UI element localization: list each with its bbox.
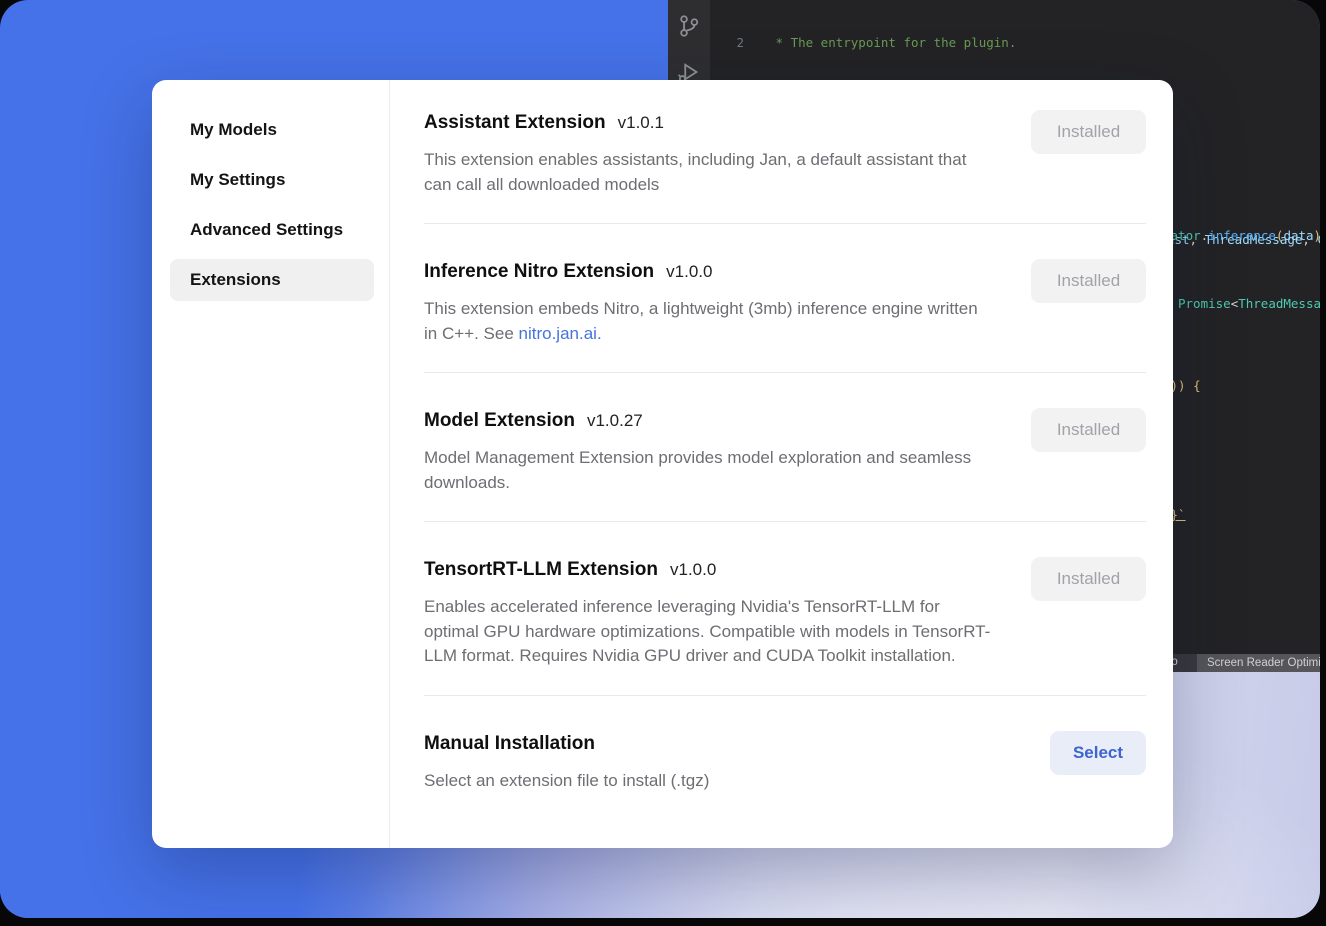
installed-button[interactable]: Installed bbox=[1031, 259, 1146, 303]
status-screen-reader: Screen Reader Optimize bbox=[1197, 654, 1320, 672]
extension-version: v1.0.27 bbox=[587, 411, 643, 431]
extension-row-model: Model Extension v1.0.27 Model Management… bbox=[424, 373, 1146, 522]
extension-version: v1.0.1 bbox=[618, 113, 664, 133]
settings-sidebar: My Models My Settings Advanced Settings … bbox=[152, 80, 390, 848]
extension-title: Model Extension bbox=[424, 408, 575, 434]
extension-row-inference-nitro: Inference Nitro Extension v1.0.0 This ex… bbox=[424, 224, 1146, 373]
source-control-icon bbox=[677, 14, 701, 38]
manual-installation-title: Manual Installation bbox=[424, 731, 595, 757]
extension-title: Assistant Extension bbox=[424, 110, 606, 136]
extension-title: TensortRT-LLM Extension bbox=[424, 557, 658, 583]
nitro-jan-ai-link[interactable]: nitro.jan.ai. bbox=[519, 324, 602, 343]
select-file-button[interactable]: Select bbox=[1050, 731, 1146, 775]
extension-row-assistant: Assistant Extension v1.0.1 This extensio… bbox=[424, 80, 1146, 224]
extension-version: v1.0.0 bbox=[666, 262, 712, 282]
extension-row-tensorrt-llm: TensortRT-LLM Extension v1.0.0 Enables a… bbox=[424, 522, 1146, 696]
extension-title: Inference Nitro Extension bbox=[424, 259, 654, 285]
installed-button[interactable]: Installed bbox=[1031, 408, 1146, 452]
sidebar-item-advanced-settings[interactable]: Advanced Settings bbox=[170, 209, 374, 251]
code-fragment: rator.inference(data)); bbox=[1163, 228, 1320, 244]
manual-installation-row: Manual Installation Select an extension … bbox=[424, 696, 1146, 820]
manual-installation-description: Select an extension file to install (.tg… bbox=[424, 769, 709, 794]
sidebar-item-my-settings[interactable]: My Settings bbox=[170, 159, 374, 201]
extension-description: This extension embeds Nitro, a lightweig… bbox=[424, 297, 994, 346]
sidebar-item-extensions[interactable]: Extensions bbox=[170, 259, 374, 301]
extensions-panel: Assistant Extension v1.0.1 This extensio… bbox=[390, 80, 1173, 848]
extension-description: Enables accelerated inference leveraging… bbox=[424, 595, 994, 669]
installed-button[interactable]: Installed bbox=[1031, 557, 1146, 601]
app-frame: 2 * The entrypoint for the plugin. 3 */ … bbox=[0, 0, 1320, 918]
extension-description: This extension enables assistants, inclu… bbox=[424, 148, 994, 197]
sidebar-item-my-models[interactable]: My Models bbox=[170, 109, 374, 151]
code-fragment: Promise<ThreadMessage> bbox=[1178, 296, 1320, 312]
code-line: 2 * The entrypoint for the plugin. bbox=[710, 35, 1320, 51]
installed-button[interactable]: Installed bbox=[1031, 110, 1146, 154]
extension-version: v1.0.0 bbox=[670, 560, 716, 580]
extension-description: Model Management Extension provides mode… bbox=[424, 446, 994, 495]
settings-modal: My Models My Settings Advanced Settings … bbox=[152, 80, 1173, 848]
